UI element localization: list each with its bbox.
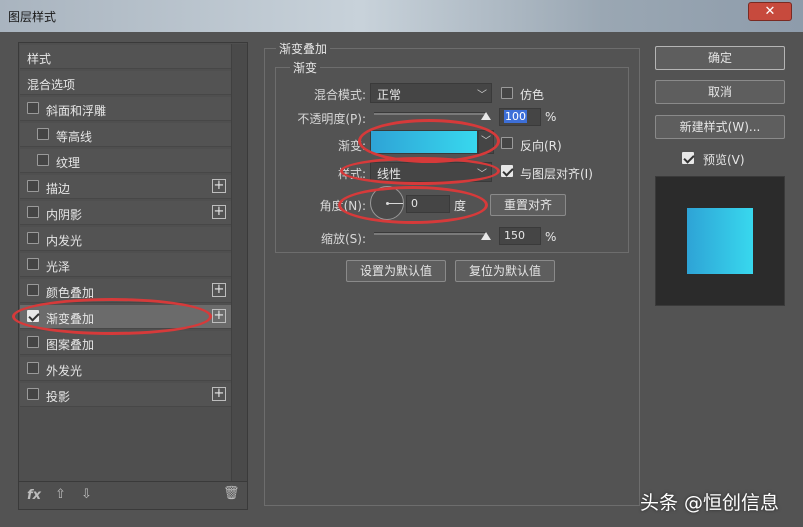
opacity-label: 不透明度(P): [297, 112, 366, 126]
preview-checkbox[interactable] [682, 152, 694, 164]
preview-swatch [687, 208, 753, 274]
subsection-title: 渐变 [290, 59, 321, 76]
style-item-label: 光泽 [46, 260, 71, 274]
add-effect-button[interactable]: + [212, 387, 226, 401]
style-item-label: 内发光 [46, 234, 83, 248]
opacity-input[interactable]: 100 [499, 108, 541, 126]
style-item[interactable]: 内发光 [20, 227, 231, 251]
style-item[interactable]: 外发光 [20, 357, 231, 381]
move-down-icon[interactable]: ⇩ [81, 487, 92, 502]
scale-percent-sign: % [545, 230, 557, 244]
dither-checkbox[interactable] [501, 87, 513, 99]
blend-mode-value: 正常 [377, 88, 402, 102]
chevron-down-icon: ﹀ [477, 90, 487, 101]
style-item-checkbox[interactable] [27, 388, 39, 400]
style-item-checkbox[interactable] [37, 128, 49, 140]
style-item[interactable]: 等高线 [20, 123, 231, 147]
new-style-button[interactable]: 新建样式(W)... [655, 115, 785, 139]
blend-mode-dropdown[interactable]: 正常 ﹀ [370, 83, 492, 103]
trash-icon[interactable]: 🗑 [223, 486, 240, 501]
cancel-button[interactable]: 取消 [655, 80, 785, 104]
watermark: 头条 @恒创信息 [640, 492, 780, 514]
opacity-slider-thumb[interactable] [481, 112, 491, 120]
highlight-ring-angle [338, 186, 488, 224]
scale-input[interactable]: 150 [499, 227, 541, 245]
reset-default-button[interactable]: 复位为默认值 [455, 260, 555, 282]
style-item-checkbox[interactable] [27, 258, 39, 270]
style-item-label: 混合选项 [27, 78, 76, 92]
style-item-label: 等高线 [56, 130, 93, 144]
style-item[interactable]: 斜面和浮雕 [20, 97, 231, 121]
ok-button[interactable]: 确定 [655, 46, 785, 70]
reverse-checkbox[interactable] [501, 137, 513, 149]
style-item[interactable]: 混合选项 [20, 71, 231, 95]
window-title: 图层样式 [8, 10, 57, 24]
add-effect-button[interactable]: + [212, 309, 226, 323]
gradient-label: 渐变: [337, 139, 366, 153]
styles-list-footer: fx ⇧ ⇩ 🗑 [19, 481, 247, 509]
add-effect-button[interactable]: + [212, 179, 226, 193]
opacity-slider[interactable] [374, 112, 486, 115]
scale-label: 缩放(S): [320, 232, 366, 246]
style-item[interactable]: 描边 + [20, 175, 231, 199]
styles-header[interactable]: 样式 [20, 45, 231, 69]
opacity-value: 100 [504, 110, 527, 123]
reverse-label: 反向(R) [520, 139, 562, 153]
styles-list-scrollbar[interactable] [231, 44, 247, 481]
close-button[interactable]: ✕ [748, 2, 792, 21]
style-item-label: 投影 [46, 390, 71, 404]
style-item-label: 纹理 [56, 156, 81, 170]
style-item-label: 描边 [46, 182, 71, 196]
style-item-checkbox[interactable] [27, 232, 39, 244]
make-default-button[interactable]: 设置为默认值 [346, 260, 446, 282]
styles-list: 样式 混合选项 斜面和浮雕 等高线 纹理 描边 + 内阴影 + 内发光 光泽 颜色叠加 + 渐变叠加 + 图… [18, 42, 248, 510]
dither-label: 仿色 [520, 88, 545, 102]
style-preview [655, 176, 785, 306]
style-item-label: 斜面和浮雕 [46, 104, 107, 118]
scale-slider[interactable] [374, 232, 486, 235]
add-effect-button[interactable]: + [212, 283, 226, 297]
section-title: 渐变叠加 [276, 40, 331, 57]
align-with-layer-checkbox[interactable] [501, 165, 513, 177]
fx-icon[interactable]: fx [27, 488, 41, 503]
scale-value: 150 [504, 229, 525, 242]
window-titlebar: 图层样式 ✕ [0, 0, 803, 32]
scale-slider-thumb[interactable] [481, 232, 491, 240]
style-item-checkbox[interactable] [37, 154, 49, 166]
style-item-checkbox[interactable] [27, 206, 39, 218]
style-item[interactable]: 内阴影 + [20, 201, 231, 225]
styles-header-label: 样式 [27, 52, 52, 66]
blend-mode-label: 混合模式: [313, 88, 366, 102]
style-item-checkbox[interactable] [27, 102, 39, 114]
highlight-ring-style [340, 157, 500, 185]
style-item-label: 图案叠加 [46, 338, 95, 352]
style-item[interactable]: 投影 + [20, 383, 231, 407]
add-effect-button[interactable]: + [212, 205, 226, 219]
highlight-ring-list [12, 298, 212, 335]
style-item-checkbox[interactable] [27, 362, 39, 374]
style-item[interactable]: 纹理 [20, 149, 231, 173]
style-item-checkbox[interactable] [27, 336, 39, 348]
style-item-checkbox[interactable] [27, 180, 39, 192]
style-item-checkbox[interactable] [27, 284, 39, 296]
preview-label: 预览(V) [703, 153, 745, 167]
align-with-layer-label: 与图层对齐(I) [520, 167, 593, 181]
move-up-icon[interactable]: ⇧ [55, 487, 66, 502]
style-item-label: 内阴影 [46, 208, 83, 222]
style-item-label: 外发光 [46, 364, 83, 378]
opacity-percent-sign: % [545, 110, 557, 124]
style-item[interactable]: 光泽 [20, 253, 231, 277]
reset-align-button[interactable]: 重置对齐 [490, 194, 566, 216]
